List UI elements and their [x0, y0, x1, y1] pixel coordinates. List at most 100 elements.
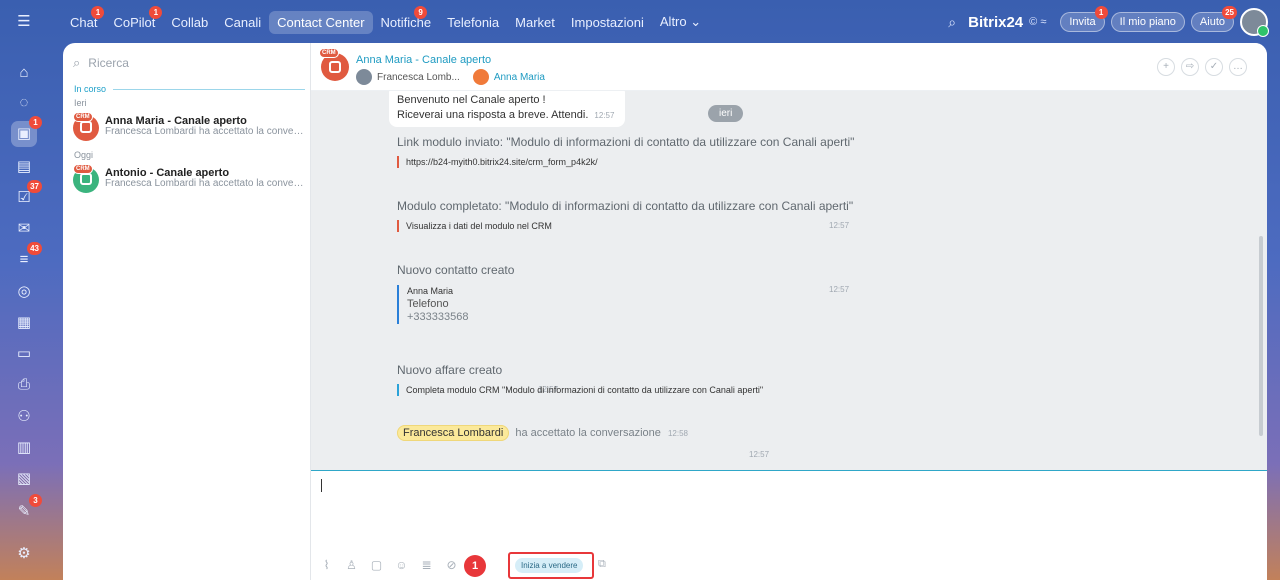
nav-copilot[interactable]: CoPilot 1 — [105, 5, 163, 34]
chat-avatar[interactable]: CRM — [319, 48, 349, 81]
emoji-icon[interactable]: ☺ — [394, 558, 409, 572]
client-name[interactable]: Anna Maria — [494, 72, 545, 83]
top-navigation: Chat 1 CoPilot 1 Collab Canali Contact C… — [62, 5, 709, 36]
menu-icon[interactable]: ☰ — [11, 9, 37, 35]
contact-created-message: Nuovo contatto creato Anna Maria Telefon… — [397, 263, 597, 324]
tasks-badge: 37 — [27, 180, 42, 193]
help-button[interactable]: Aiuto 25 — [1190, 6, 1237, 32]
welcome-message: Benvenuto nel Canale aperto ! Riceverai … — [389, 91, 625, 127]
my-plan-button[interactable]: Il mio piano — [1110, 12, 1185, 32]
nav-chat[interactable]: Chat 1 — [62, 5, 105, 34]
welcome-line-2: Riceverai una risposta a breve. Attendi. — [397, 109, 589, 121]
search-input[interactable]: Ricerca — [88, 56, 129, 70]
client-avatar — [472, 69, 489, 85]
message-composer[interactable]: ⌇ ♙ ▢ ☺ ≣ ⊘ 1 Inizia a vendere ⧉ — [311, 470, 1267, 580]
tasks-icon[interactable]: ☑ 37 — [11, 180, 42, 211]
welcome-line-1: Benvenuto nel Canale aperto ! — [397, 94, 546, 106]
group-today: Oggi — [74, 150, 94, 160]
nav-canali[interactable]: Canali — [216, 11, 269, 34]
nav-collab[interactable]: Collab — [163, 11, 216, 34]
search-box[interactable]: ⌕ Ricerca — [73, 53, 301, 73]
composer-tools: ⌇ ♙ ▢ ☺ ≣ ⊘ — [319, 558, 459, 572]
form-link[interactable]: https://b24-myith0.bitrix24.site/crm_for… — [397, 156, 867, 168]
chat-title[interactable]: Anna Maria - Canale aperto — [356, 54, 491, 66]
accepted-message: Francesca Lombardi ha accettato la conve… — [397, 425, 688, 441]
transfer-icon[interactable]: ⇨ — [1181, 58, 1199, 76]
deal-created-message: Nuovo affare creato Completa modulo CRM … — [397, 363, 777, 396]
crm-funnel-icon[interactable]: ≡ 43 — [11, 242, 42, 273]
add-user-icon[interactable]: + — [1157, 58, 1175, 76]
chat-icon[interactable]: ▣ 1 — [11, 116, 42, 147]
message-title: Modulo completato: "Modulo di informazio… — [397, 199, 854, 213]
conversation-preview: Francesca Lombardi ha accettato la conve… — [105, 126, 305, 137]
nav-chat-badge: 1 — [91, 5, 105, 19]
drive-icon[interactable]: ▭ — [11, 341, 37, 367]
documents-icon[interactable]: ▤ — [11, 154, 37, 180]
nav-notifiche[interactable]: Notifiche 9 — [373, 5, 440, 34]
attach-icon[interactable]: ⌇ — [319, 558, 334, 572]
nav-market[interactable]: Market — [507, 11, 563, 34]
print-icon[interactable]: ⎙ — [11, 372, 37, 398]
chat-bubble-icon — [80, 173, 92, 185]
operator-avatar — [356, 69, 372, 85]
nav-contact-center-label: Contact Center — [277, 14, 365, 30]
my-plan-label: Il mio piano — [1119, 16, 1176, 28]
nav-contact-center[interactable]: Contact Center — [269, 10, 373, 34]
highlight-box: Inizia a vendere — [508, 552, 594, 579]
view-form-data-link[interactable]: Visualizza i dati del modulo nel CRM — [397, 220, 867, 232]
invite-button[interactable]: Invita 1 — [1060, 6, 1108, 32]
system-message: Modulo completato: "Modulo di informazio… — [397, 199, 867, 232]
search-icon[interactable]: ⌕ — [948, 14, 956, 31]
conversation-item[interactable]: CRM Anna Maria - Canale aperto Francesca… — [73, 112, 305, 145]
user-avatar[interactable] — [1240, 8, 1269, 37]
chat-badge: 1 — [29, 116, 42, 129]
contact-name: Anna Maria — [407, 286, 454, 296]
copy-icon[interactable]: ⧉ — [598, 558, 606, 571]
target-icon[interactable]: ◎ — [11, 279, 37, 305]
nav-telefonia-label: Telefonia — [447, 14, 500, 30]
conversation-item[interactable]: CRM Antonio - Canale aperto Francesca Lo… — [73, 164, 305, 197]
settings-icon[interactable]: ⚙ — [11, 541, 37, 567]
template-icon[interactable]: ≣ — [419, 558, 434, 572]
top-right-area: ⌕ Bitrix24 © ≈ Invita 1 Il mio piano Aiu… — [948, 6, 1269, 37]
operator-name[interactable]: Francesca Lomb... — [377, 72, 460, 83]
nav-impostazioni[interactable]: Impostazioni — [563, 11, 652, 34]
analytics-icon[interactable]: ▥ — [11, 435, 37, 461]
automation-icon[interactable]: ✎ 3 — [11, 494, 42, 525]
feed-icon[interactable]: ◌ — [11, 90, 37, 116]
nav-telefonia[interactable]: Telefonia — [439, 11, 507, 34]
operator-mention[interactable]: Francesca Lombardi — [397, 425, 510, 441]
nav-collab-label: Collab — [171, 14, 209, 30]
start-selling-button[interactable]: Inizia a vendere — [515, 558, 584, 573]
nav-altro[interactable]: Altro ⌄ — [652, 10, 709, 34]
message-time: 12:57 — [829, 285, 850, 294]
sites-icon[interactable]: ▧ — [11, 466, 37, 492]
nav-copilot-label: CoPilot — [113, 14, 156, 30]
scrollbar[interactable] — [1259, 236, 1263, 436]
home-icon[interactable]: ⌂ — [11, 60, 37, 86]
left-rail: ☰ ⌂ ◌ ▣ 1 ▤ ☑ 37 ✉ ≡ 43 ◎ ▦ ▭ ⎙ ⚇ ▥ ▧ ✎ … — [0, 0, 48, 580]
invite-label: Invita — [1069, 16, 1096, 28]
message-time: 12:57 — [749, 450, 770, 459]
contact-phone-label: Telefono — [407, 298, 449, 310]
finish-icon[interactable]: ✓ — [1205, 58, 1223, 76]
form-icon[interactable]: ▢ — [369, 558, 384, 572]
crm-tag: CRM — [73, 164, 93, 174]
text-cursor — [321, 479, 322, 492]
step-callout: 1 — [464, 555, 486, 577]
calendar-icon[interactable]: ▦ — [11, 310, 37, 336]
feed-badge: 43 — [27, 242, 42, 255]
search-icon: ⌕ — [73, 55, 81, 70]
user-icon[interactable]: ♙ — [344, 558, 359, 572]
invite-badge: 1 — [1094, 6, 1108, 19]
more-icon[interactable]: … — [1229, 58, 1247, 76]
hide-icon[interactable]: ⊘ — [444, 558, 459, 572]
chat-bubble-icon — [329, 61, 341, 73]
help-badge: 25 — [1222, 6, 1237, 19]
nav-altro-label: Altro ⌄ — [659, 14, 702, 29]
brand-logo: Bitrix24 — [968, 13, 1024, 31]
deal-link[interactable]: Completa modulo CRM "Modulo di informazi… — [397, 384, 777, 396]
employees-icon[interactable]: ⚇ — [11, 404, 37, 430]
contact-card[interactable]: Anna Maria Telefono +333333568 — [397, 285, 597, 324]
mail-icon[interactable]: ✉ — [11, 216, 37, 242]
